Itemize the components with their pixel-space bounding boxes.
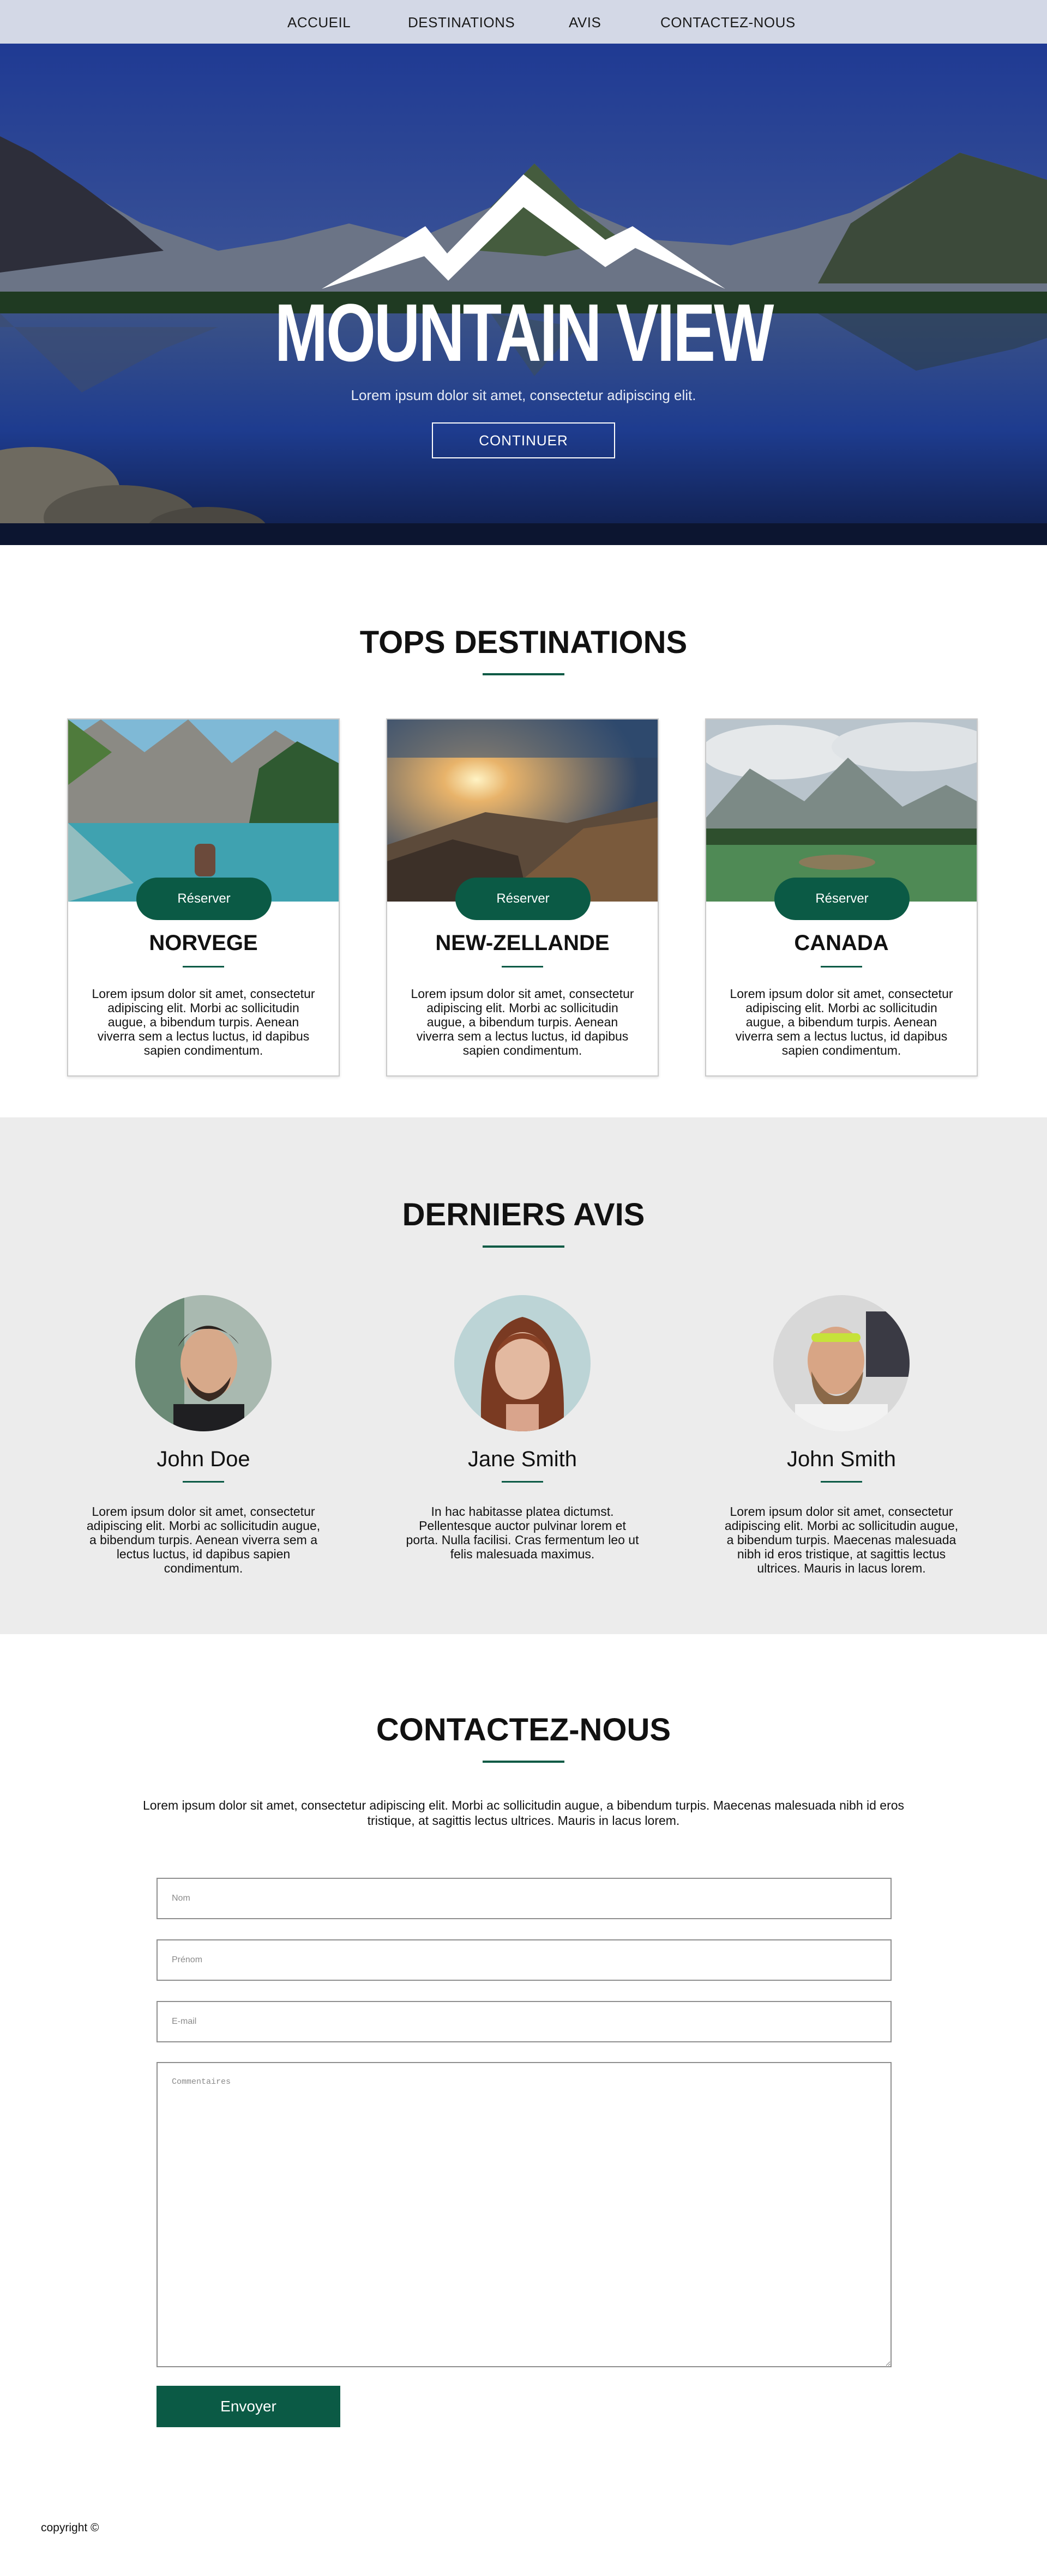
nav-link-destinations[interactable]: DESTINATIONS (408, 14, 515, 31)
destination-divider (502, 966, 543, 967)
contact-title: CONTACTEZ-NOUS (376, 1712, 671, 1747)
avatar-jane-smith (454, 1295, 591, 1431)
avatar-john-doe (135, 1295, 272, 1431)
contact-title-underline (483, 1761, 564, 1763)
destinations-title-underline (483, 673, 564, 675)
destination-description: Lorem ipsum dolor sit amet, consectetur … (92, 987, 315, 1057)
destination-photo (68, 719, 339, 902)
destination-card-canada: Réserver CANADA Lorem ipsum dolor sit am… (705, 718, 978, 1077)
review-divider (502, 1481, 543, 1483)
destinations-title: TOPS DESTINATIONS (359, 625, 688, 660)
reviews-title-underline (483, 1245, 564, 1248)
destination-photo (706, 719, 977, 902)
destination-photo (387, 719, 658, 902)
hero-section: MOUNTAIN VIEW Lorem ipsum dolor sit amet… (0, 44, 1047, 545)
destination-divider (183, 966, 224, 967)
comments-field[interactable] (157, 2062, 892, 2367)
reviewer-name: Jane Smith (467, 1447, 577, 1471)
reviewer-name: John Smith (786, 1447, 896, 1471)
copyright-text: copyright © (41, 2521, 99, 2534)
destination-description: Lorem ipsum dolor sit amet, consectetur … (730, 987, 953, 1057)
nav-link-avis[interactable]: AVIS (569, 14, 601, 31)
review-divider (821, 1481, 862, 1483)
book-button-new-zellande[interactable]: Réserver (455, 878, 591, 920)
destination-card-norvege: Réserver NORVEGE Lorem ipsum dolor sit a… (67, 718, 340, 1077)
contact-intro-text: Lorem ipsum dolor sit amet, consectetur … (142, 1798, 905, 1828)
destination-divider (821, 966, 862, 967)
destination-name: NEW-ZELLANDE (435, 931, 610, 955)
review-text: In hac habitasse platea dictumst. Pellen… (406, 1504, 639, 1561)
hero-title: MOUNTAIN VIEW (274, 287, 774, 378)
top-navigation: ACCUEIL DESTINATIONS AVIS CONTACTEZ-NOUS (0, 0, 1047, 44)
email-field[interactable] (157, 2001, 892, 2042)
firstname-field[interactable] (157, 1939, 892, 1981)
avatar-john-smith (773, 1295, 910, 1431)
reviewer-name: John Doe (157, 1447, 250, 1471)
nav-link-accueil[interactable]: ACCUEIL (287, 14, 351, 31)
hero-subtitle: Lorem ipsum dolor sit amet, consectetur … (351, 387, 696, 403)
mountain-logo-icon (322, 174, 725, 289)
book-button-norvege[interactable]: Réserver (136, 878, 272, 920)
review-text: Lorem ipsum dolor sit amet, consectetur … (724, 1504, 959, 1575)
destination-card-new-zellande: Réserver NEW-ZELLANDE Lorem ipsum dolor … (386, 718, 659, 1077)
review-divider (183, 1481, 224, 1483)
destination-name: CANADA (794, 931, 889, 955)
review-text: Lorem ipsum dolor sit amet, consectetur … (86, 1504, 321, 1575)
submit-button[interactable]: Envoyer (157, 2386, 340, 2427)
destination-name: NORVEGE (149, 931, 258, 955)
destination-description: Lorem ipsum dolor sit amet, consectetur … (411, 987, 634, 1057)
nav-link-contact[interactable]: CONTACTEZ-NOUS (660, 14, 796, 31)
reviews-title: DERNIERS AVIS (402, 1197, 645, 1232)
continue-button[interactable]: CONTINUER (432, 422, 615, 458)
name-field[interactable] (157, 1878, 892, 1919)
book-button-canada[interactable]: Réserver (774, 878, 910, 920)
